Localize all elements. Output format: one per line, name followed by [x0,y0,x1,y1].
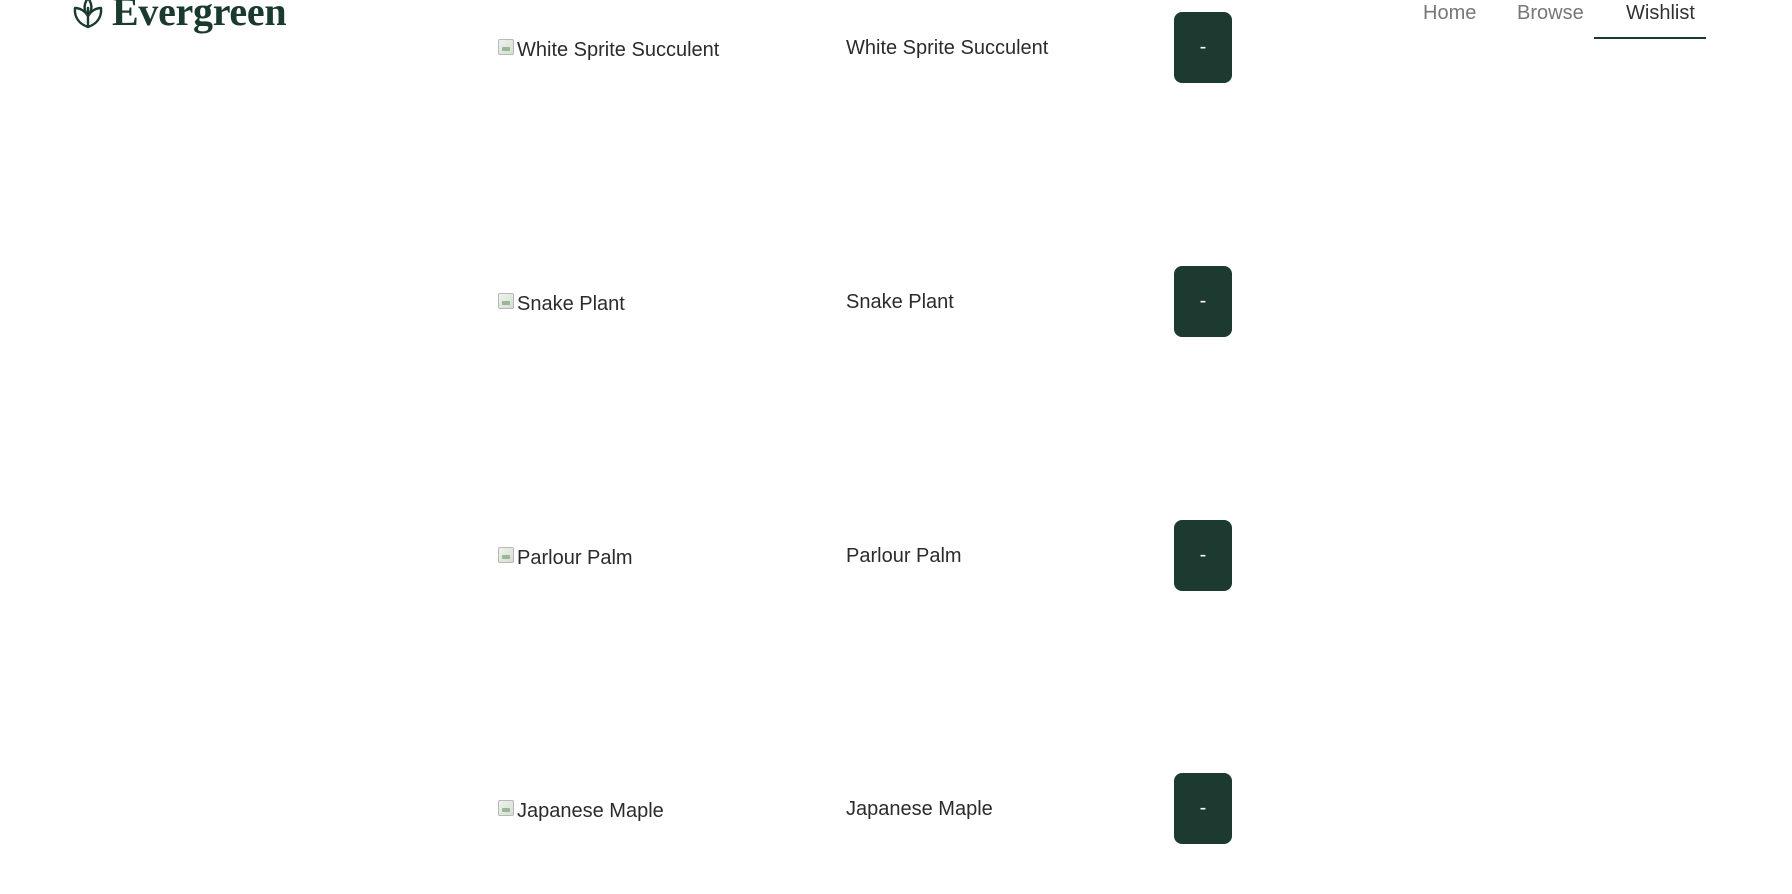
plant-name: White Sprite Succulent [846,37,1049,59]
plant-image-alt-text: Japanese Maple [517,800,664,822]
wishlist-item: Snake Plant Snake Plant - [0,266,1792,338]
plant-name: Parlour Palm [846,545,962,567]
wishlist-item: White Sprite Succulent White Sprite Succ… [0,12,1792,84]
broken-image-icon [498,547,514,563]
broken-image-icon [498,293,514,309]
plant-name: Snake Plant [846,291,954,313]
plant-image: White Sprite Succulent [498,37,719,63]
broken-image-icon [498,39,514,55]
remove-from-wishlist-button[interactable]: - [1174,12,1232,83]
plant-image: Parlour Palm [498,545,633,571]
plant-name: Japanese Maple [846,798,993,820]
plant-image-alt-text: Parlour Palm [517,547,633,569]
wishlist-item: Japanese Maple Japanese Maple - [0,773,1792,845]
remove-from-wishlist-button[interactable]: - [1174,266,1232,337]
plant-image-alt-text: White Sprite Succulent [517,39,720,61]
remove-from-wishlist-button[interactable]: - [1174,773,1232,844]
plant-image-alt-text: Snake Plant [517,293,625,315]
wishlist-item: Parlour Palm Parlour Palm - [0,520,1792,592]
broken-image-icon [498,800,514,816]
plant-image: Japanese Maple [498,798,664,824]
remove-from-wishlist-button[interactable]: - [1174,520,1232,591]
plant-image: Snake Plant [498,291,625,317]
